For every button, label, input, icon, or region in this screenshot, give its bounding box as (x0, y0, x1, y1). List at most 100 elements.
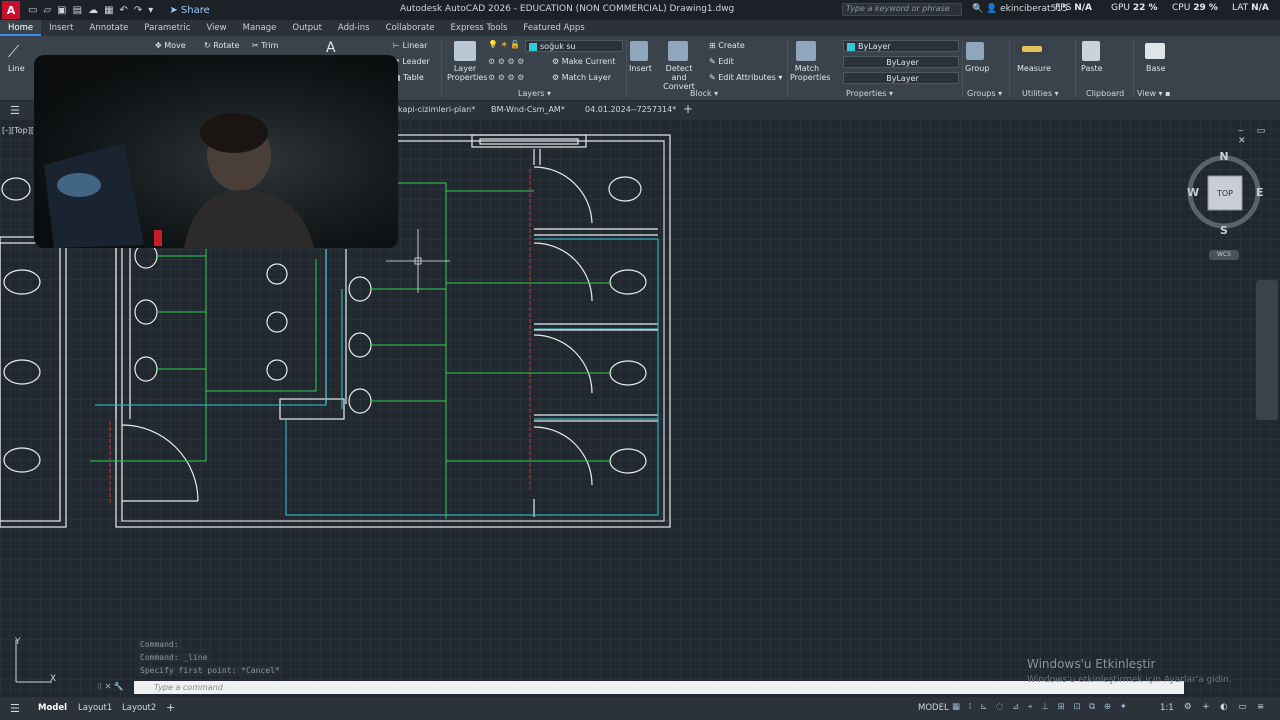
layer-properties-button[interactable]: Layer Properties (447, 64, 487, 82)
insert-block-icon[interactable] (630, 41, 648, 61)
layer-dropdown[interactable]: soğuk su (525, 40, 623, 52)
linear-dimension-button[interactable]: ⊢ Linear (393, 41, 427, 50)
tab-add-ins[interactable]: Add-ins (330, 20, 378, 36)
trim-button[interactable]: ✂ Trim (252, 41, 278, 50)
navcube-top-label: TOP (1216, 189, 1233, 198)
drafting-toggles[interactable]: ▦ ⁞ ⊾ ◌ ⊿ ⌖ ⊥ ⊞ ⊡ ⧉ ⊕ ✦ (952, 702, 1130, 712)
cold-water-pipe (206, 259, 317, 392)
save-icon[interactable]: ▣ (57, 5, 66, 16)
view-panel-label[interactable]: View ▾ ▪ (1137, 89, 1171, 98)
annotation-scale[interactable]: 1:1 (1160, 703, 1174, 713)
detect-convert-button[interactable]: Detect and Convert (659, 64, 699, 91)
tab-layout1[interactable]: Layout1 (78, 703, 112, 713)
color-dropdown[interactable]: ByLayer (843, 40, 959, 52)
tab-home[interactable]: Home (0, 20, 42, 36)
utilities-panel-label[interactable]: Utilities ▾ (1022, 89, 1059, 98)
file-tab-kapi[interactable]: kapi-cizimleri-plan* (398, 105, 475, 114)
user-account[interactable]: 🔍 👤 ekinciberat515 (972, 4, 1068, 14)
match-properties-button[interactable]: Match Properties (790, 64, 830, 82)
tab-manage[interactable]: Manage (235, 20, 285, 36)
tab-annotate[interactable]: Annotate (82, 20, 137, 36)
text-icon[interactable]: A (326, 40, 336, 56)
navcube-south[interactable]: S (1220, 224, 1228, 237)
insert-button[interactable]: Insert (629, 64, 652, 73)
model-space-toggle[interactable]: MODEL (918, 703, 949, 713)
hair-shape (200, 113, 268, 153)
match-properties-icon[interactable] (796, 41, 816, 61)
autocad-logo[interactable]: A (2, 1, 20, 19)
screen-glow (57, 173, 101, 197)
cloud-icon[interactable]: ☁ (88, 5, 98, 16)
linetype-dropdown[interactable]: ByLayer (843, 56, 959, 68)
share-button[interactable]: ➤ Share (169, 5, 209, 16)
panel-divider (1133, 40, 1134, 98)
edit-attributes-button[interactable]: ✎ Edit Attributes ▾ (709, 73, 782, 82)
status-settings-icons[interactable]: ⚙ + ◐ ▭ ≡ (1184, 702, 1268, 712)
tab-layout2[interactable]: Layout2 (122, 703, 156, 713)
undo-icon[interactable]: ↶ (120, 5, 128, 16)
layer-properties-icon[interactable] (454, 41, 476, 61)
clipboard-panel-label[interactable]: Clipboard (1086, 89, 1124, 98)
save-as-icon[interactable]: ▤ (73, 5, 82, 16)
tab-collaborate[interactable]: Collaborate (378, 20, 443, 36)
create-block-button[interactable]: ⊞ Create (709, 41, 745, 50)
customize-dropdown-icon[interactable]: ▾ (148, 5, 153, 16)
layer-state-icons[interactable]: 💡 ☀ 🔓 (488, 40, 520, 49)
tab-output[interactable]: Output (284, 20, 330, 36)
base-view-icon[interactable] (1145, 43, 1165, 59)
command-line-controls[interactable]: ⁝⁝ ✕ 🔧 (97, 682, 124, 691)
measure-button[interactable]: Measure (1017, 64, 1051, 73)
hamburger-menu-icon[interactable]: ☰ (10, 104, 20, 117)
layer-tools-icons[interactable]: ⚙ ⚙ ⚙ ⚙ (488, 57, 524, 66)
groups-panel-text: Groups (967, 89, 996, 98)
command-history-line: Command: _line (137, 653, 211, 662)
tab-featured-apps[interactable]: Featured Apps (515, 20, 592, 36)
move-button[interactable]: ✥ Move (155, 41, 186, 50)
plot-icon[interactable]: ▦ (104, 5, 113, 16)
match-layer-button[interactable]: ⚙ Match Layer (552, 73, 611, 82)
navcube-west[interactable]: W (1187, 186, 1199, 199)
properties-panel-label[interactable]: Properties ▾ (846, 89, 893, 98)
line-icon[interactable]: ⟋ (8, 42, 19, 62)
tab-model[interactable]: Model (38, 703, 67, 713)
group-icon[interactable] (966, 42, 984, 60)
sink-fixture (134, 356, 158, 382)
current-layer-name: soğuk su (540, 42, 576, 51)
red-object (154, 230, 162, 246)
lineweight-dropdown[interactable]: ByLayer (843, 72, 959, 84)
file-tab-04-01-2024[interactable]: 04.01.2024--7257314* (585, 105, 676, 114)
layers-panel-label[interactable]: Layers ▾ (518, 89, 551, 98)
navcube-east[interactable]: E (1256, 186, 1264, 199)
measure-icon[interactable] (1022, 46, 1042, 52)
edit-block-button[interactable]: ✎ Edit (709, 57, 734, 66)
layer-tools-icons-2[interactable]: ⚙ ⚙ ⚙ ⚙ (488, 73, 524, 82)
paste-button[interactable]: Paste (1081, 64, 1103, 73)
paste-icon[interactable] (1082, 41, 1100, 61)
navigation-cube[interactable]: TOP N S W E (1186, 150, 1266, 240)
add-layout-plus-icon[interactable]: + (166, 701, 175, 714)
groups-panel-label[interactable]: Groups ▾ (967, 89, 1002, 98)
open-file-icon[interactable]: ▱ (43, 5, 51, 16)
navcube-north[interactable]: N (1219, 150, 1228, 163)
rotate-button[interactable]: ↻ Rotate (204, 41, 239, 50)
make-current-button[interactable]: ⚙ Make Current (552, 57, 615, 66)
group-button[interactable]: Group (965, 64, 989, 73)
search-input[interactable]: Type a keyword or phrase (842, 3, 962, 16)
leader-button[interactable]: ↗ Leader (393, 57, 430, 66)
detect-convert-icon[interactable] (668, 41, 688, 61)
navigation-bar[interactable] (1256, 280, 1278, 420)
status-menu-icon[interactable]: ☰ (10, 702, 20, 715)
tab-express-tools[interactable]: Express Tools (443, 20, 516, 36)
tab-parametric[interactable]: Parametric (136, 20, 198, 36)
viewport-window-buttons[interactable]: ‒ ▭ ✕ (1238, 126, 1280, 146)
file-tab-bm-wnd[interactable]: BM-Wnd-Csm_AM* (491, 105, 565, 114)
tab-insert[interactable]: Insert (41, 20, 81, 36)
block-panel-label[interactable]: Block ▾ (690, 89, 718, 98)
redo-icon[interactable]: ↷ (134, 5, 142, 16)
new-tab-plus-icon[interactable]: + (683, 102, 693, 116)
base-button[interactable]: Base (1146, 64, 1165, 73)
wcs-menu[interactable]: WCS (1209, 250, 1239, 260)
new-file-icon[interactable]: ▭ (28, 5, 37, 16)
tab-view[interactable]: View (198, 20, 234, 36)
line-button[interactable]: Line (8, 64, 25, 73)
